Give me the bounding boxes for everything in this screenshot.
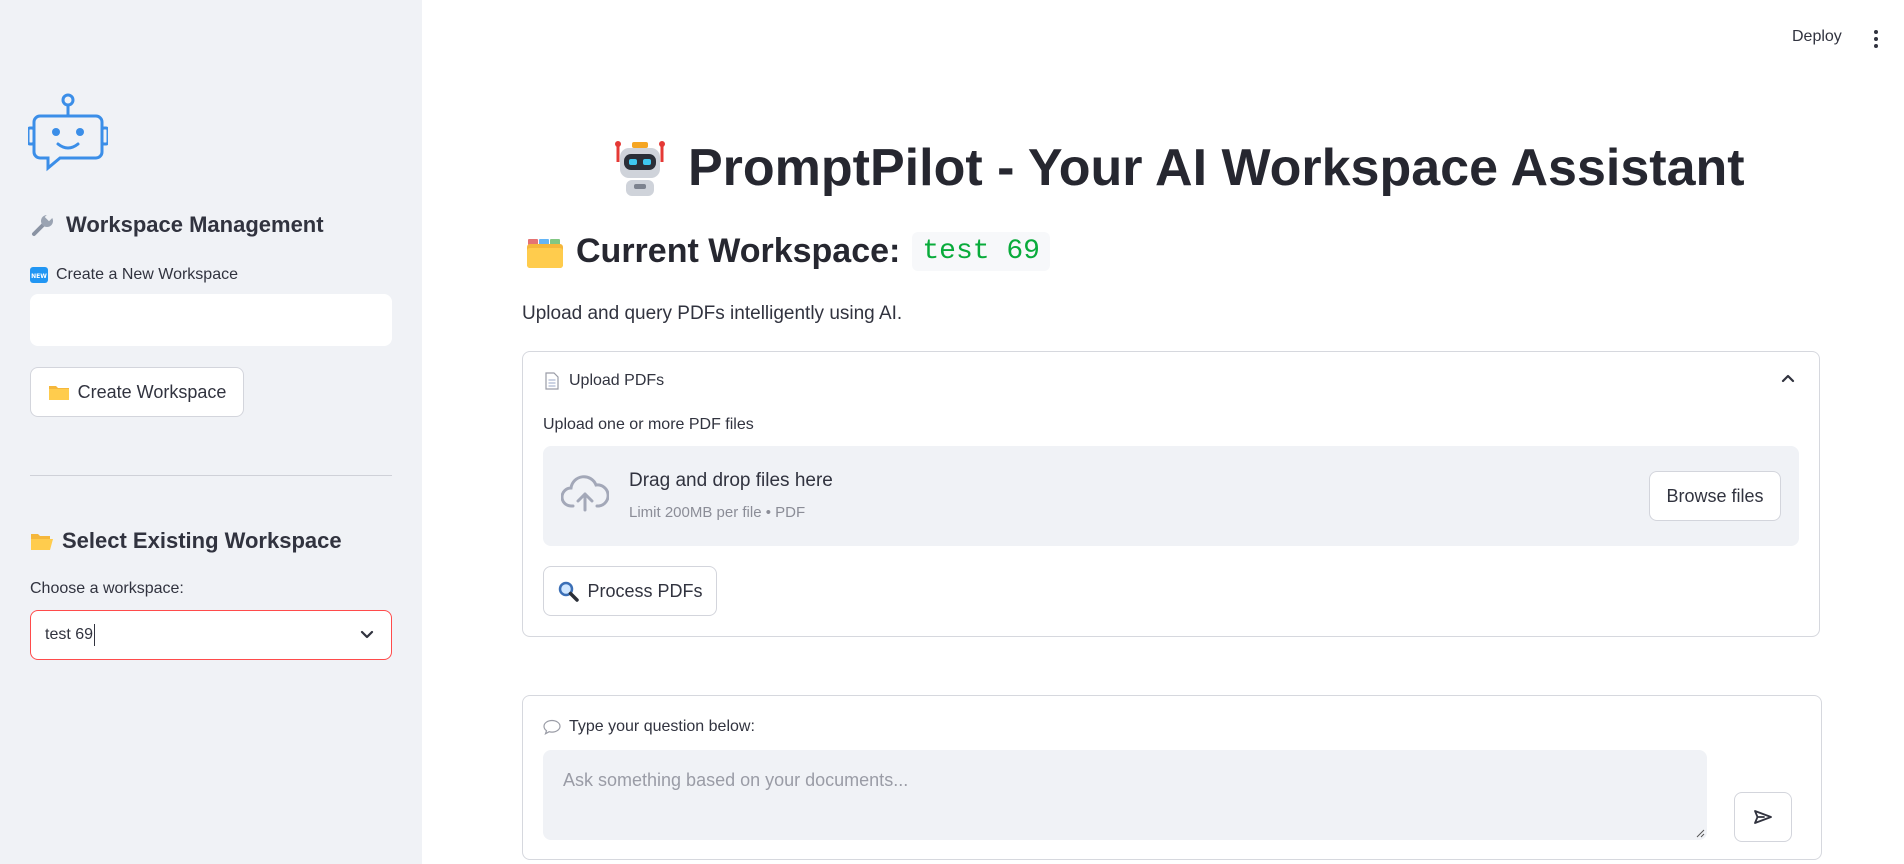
process-pdfs-label: Process PDFs (587, 580, 703, 601)
page-title: PromptPilot - Your AI Workspace Assistan… (610, 138, 1745, 198)
sidebar: Workspace Management NEW Create a New Wo… (0, 0, 422, 864)
main-menu-icon[interactable] (1872, 30, 1880, 50)
text-cursor (94, 624, 96, 646)
upload-pdfs-expander-header[interactable]: Upload PDFs (545, 372, 664, 390)
new-workspace-name-input[interactable] (30, 294, 392, 346)
chevron-up-icon[interactable] (1779, 370, 1797, 388)
sidebar-divider (30, 475, 392, 476)
choose-workspace-label-text: Choose a workspace: (30, 580, 184, 597)
question-textarea[interactable] (543, 750, 1707, 840)
card-index-dividers-icon (527, 238, 563, 268)
workspace-select-value: test 69 (45, 626, 94, 643)
create-workspace-label: NEW Create a New Workspace (30, 266, 238, 284)
browse-files-button[interactable]: Browse files (1649, 471, 1781, 521)
resize-handle-icon[interactable] (1695, 828, 1705, 838)
create-workspace-label-text: Create a New Workspace (56, 266, 238, 283)
new-badge-icon: NEW (30, 267, 48, 283)
current-workspace-label: Current Workspace: (576, 232, 901, 270)
upload-pdfs-header-label: Upload PDFs (569, 372, 665, 389)
cloud-upload-icon (561, 475, 609, 512)
file-dropzone[interactable]: Drag and drop files here Limit 200MB per… (543, 446, 1799, 546)
robot-emoji-icon (615, 141, 665, 196)
select-workspace-title: Select Existing Workspace (62, 528, 342, 553)
chat-question-label-text: Type your question below: (569, 718, 755, 735)
workspace-management-heading: Workspace Management (30, 212, 324, 238)
folder-icon (48, 386, 69, 400)
choose-workspace-label: Choose a workspace: (30, 580, 184, 598)
create-workspace-button-label: Create Workspace (77, 381, 227, 402)
svg-text:NEW: NEW (31, 273, 47, 280)
wrench-icon (32, 212, 54, 236)
dropzone-limit: Limit 200MB per file • PDF (629, 504, 806, 521)
workspace-select[interactable]: test 69 (30, 610, 392, 660)
robot-logo-icon (28, 93, 108, 172)
browse-files-label: Browse files (1666, 485, 1764, 506)
send-icon (1754, 810, 1772, 824)
document-icon (545, 372, 559, 390)
chat-question-label: Type your question below: (543, 718, 755, 736)
chat-form: Type your question below: (522, 695, 1822, 860)
current-workspace-heading: Current Workspace: test 69 (526, 232, 1050, 271)
speech-balloon-icon (543, 719, 561, 735)
send-button[interactable] (1734, 792, 1792, 842)
create-workspace-button[interactable]: Create Workspace (30, 367, 244, 417)
dropzone-instructions: Drag and drop files here (629, 470, 833, 491)
page-title-text: PromptPilot - Your AI Workspace Assistan… (688, 139, 1745, 197)
upload-pdfs-expander: Upload PDFs Upload one or more PDF files… (522, 351, 1820, 637)
process-pdfs-button[interactable]: Process PDFs (543, 566, 717, 616)
select-workspace-heading: Select Existing Workspace (30, 528, 342, 554)
open-folder-icon (31, 534, 53, 550)
workspace-management-title: Workspace Management (66, 212, 324, 237)
upload-files-label: Upload one or more PDF files (543, 416, 754, 433)
deploy-button[interactable]: Deploy (1792, 28, 1842, 46)
magnifier-icon (559, 581, 580, 602)
current-workspace-name: test 69 (912, 232, 1050, 271)
chevron-down-icon (360, 630, 374, 639)
page-description: Upload and query PDFs intelligently usin… (522, 303, 903, 324)
